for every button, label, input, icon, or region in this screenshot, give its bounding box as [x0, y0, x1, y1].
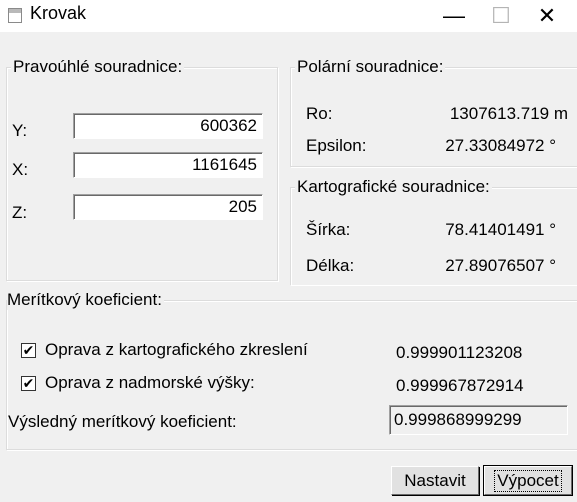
- x-input[interactable]: 1161645: [73, 152, 263, 178]
- close-button[interactable]: ✕: [524, 0, 570, 32]
- result-scale-factor-label: Výsledný merítkový koeficient:: [8, 412, 237, 431]
- vypocet-button-label: Výpocet: [494, 469, 562, 492]
- altitude-correction-value: 0.999967872914: [396, 376, 524, 395]
- ro-label: Ro:: [306, 104, 333, 123]
- cartographic-distortion-value: 0.999901123208: [396, 343, 523, 362]
- epsilon-label: Epsilon:: [306, 136, 367, 155]
- ro-value: 1307613.719 m: [449, 104, 568, 123]
- sirka-value: 78.41401491 °: [445, 220, 556, 239]
- result-scale-factor-field[interactable]: 0.999868999299: [389, 405, 568, 435]
- nastavit-button[interactable]: Nastavit: [391, 466, 479, 495]
- z-label: Z:: [12, 203, 28, 222]
- delka-label: Délka:: [306, 256, 355, 275]
- scale-factor-title: Merítkový koeficient:: [7, 290, 164, 310]
- altitude-correction-label[interactable]: Oprava z nadmorské výšky:: [45, 373, 255, 393]
- epsilon-value: 27.33084972 °: [445, 136, 556, 155]
- cartographic-distortion-checkbox[interactable]: ✔: [21, 343, 36, 358]
- app-window-icon: [8, 8, 22, 23]
- polar-coordinates-title: Polární souradnice:: [295, 57, 446, 77]
- delka-value: 27.89076507 °: [445, 256, 556, 275]
- y-label: Y:: [12, 121, 28, 140]
- title-bar: Krovak — ☐ ✕: [0, 0, 577, 32]
- z-input[interactable]: 205: [73, 194, 263, 220]
- altitude-correction-checkbox[interactable]: ✔: [21, 376, 36, 391]
- vypocet-button[interactable]: Výpocet: [483, 465, 573, 496]
- minimize-button[interactable]: —: [431, 0, 477, 32]
- rectangular-coordinates-title: Pravoúhlé souradnice:: [11, 57, 185, 77]
- x-label: X:: [12, 160, 29, 179]
- maximize-button[interactable]: ☐: [478, 0, 524, 32]
- cartographic-coordinates-title: Kartografické souradnice:: [295, 177, 492, 197]
- cartographic-distortion-label[interactable]: Oprava z kartografického zkreslení: [45, 340, 308, 360]
- sirka-label: Šírka:: [306, 220, 351, 239]
- window-title: Krovak: [30, 3, 87, 23]
- y-input[interactable]: 600362: [73, 113, 263, 139]
